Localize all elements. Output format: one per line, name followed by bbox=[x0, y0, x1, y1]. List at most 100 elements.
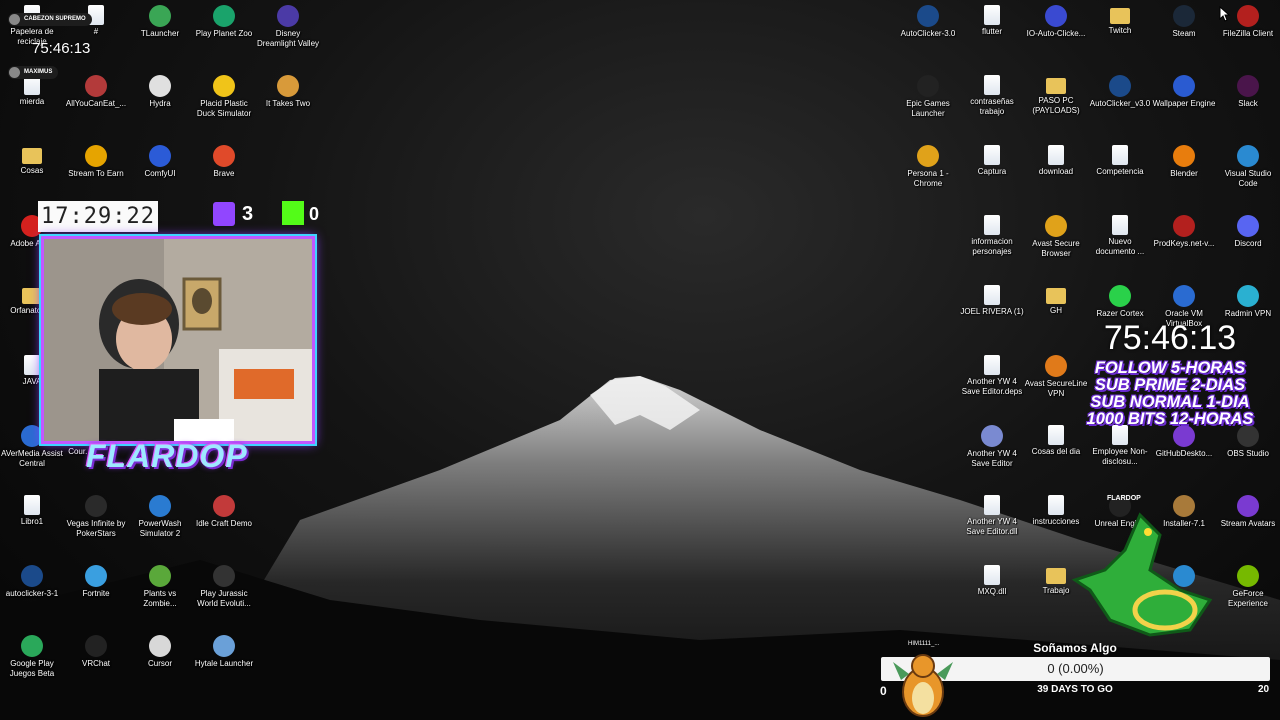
desktop-icon[interactable]: Cursor bbox=[128, 630, 192, 669]
desktop-icon[interactable]: Discord bbox=[1216, 210, 1280, 249]
desktop-icon-label: Brave bbox=[213, 169, 235, 178]
streamer-name: FLARDOP bbox=[86, 438, 248, 474]
desktop-icon[interactable]: ProdKeys.net-v... bbox=[1152, 210, 1216, 249]
desktop-icon[interactable]: Plants vs Zombie... bbox=[128, 560, 192, 609]
app-icon bbox=[149, 635, 171, 657]
desktop-icon-label: TLauncher bbox=[140, 29, 180, 38]
app-icon bbox=[984, 75, 1000, 95]
app-icon bbox=[1046, 78, 1066, 94]
desktop-icon[interactable]: Avast Secure Browser bbox=[1024, 210, 1088, 259]
app-icon bbox=[1237, 495, 1259, 517]
desktop-icon[interactable]: Cosas bbox=[0, 140, 64, 176]
desktop-icon[interactable]: PowerWash Simulator 2 bbox=[128, 490, 192, 539]
desktop-icon[interactable]: Stream To Earn bbox=[64, 140, 128, 179]
desktop-icon[interactable]: Nuevo documento ... bbox=[1088, 210, 1152, 257]
desktop-icon[interactable]: Epic Games Launcher bbox=[896, 70, 960, 119]
desktop-icon[interactable]: Another YW 4 Save Editor.deps bbox=[960, 350, 1024, 397]
desktop-icon[interactable]: Visual Studio Code bbox=[1216, 140, 1280, 189]
desktop-icon-label: Placid Plastic Duck Simulator bbox=[196, 99, 252, 118]
desktop-icon[interactable]: Blender bbox=[1152, 140, 1216, 179]
desktop-icon[interactable]: IO-Auto-Clicke... bbox=[1024, 0, 1088, 39]
desktop-icon-label: Disney Dreamlight Valley bbox=[256, 29, 320, 48]
desktop-icon[interactable]: Disney Dreamlight Valley bbox=[256, 0, 320, 49]
rule-line: 1000 BITS 12-HORAS bbox=[1086, 410, 1254, 428]
desktop-icon[interactable]: Idle Craft Demo bbox=[192, 490, 256, 529]
goal-max: 20 bbox=[1258, 684, 1270, 695]
desktop-icon[interactable]: VRChat bbox=[64, 630, 128, 669]
desktop-icon-label: Nuevo documento ... bbox=[1095, 237, 1145, 256]
desktop-icon[interactable]: Another YW 4 Save Editor bbox=[960, 420, 1024, 469]
desktop-icon[interactable]: MXQ.dll bbox=[960, 560, 1024, 597]
desktop-icon[interactable]: informacion personajes bbox=[960, 210, 1024, 257]
app-icon bbox=[213, 5, 235, 27]
app-icon bbox=[1173, 285, 1195, 307]
desktop-icon-label: Cursor bbox=[147, 659, 172, 668]
desktop-icon[interactable]: Another YW 4 Save Editor.dll bbox=[960, 490, 1024, 537]
desktop-icon-label: Captura bbox=[977, 167, 1007, 176]
desktop-icon[interactable]: Google Play Juegos Beta bbox=[0, 630, 64, 679]
app-icon bbox=[984, 495, 1000, 515]
app-icon bbox=[917, 5, 939, 27]
desktop-icon[interactable]: JOEL RIVERA (1) bbox=[960, 280, 1024, 317]
desktop-icon[interactable]: Placid Plastic Duck Simulator bbox=[192, 70, 256, 119]
desktop-icon-label: Wallpaper Engine bbox=[1152, 99, 1216, 108]
desktop-icon[interactable]: Competencia bbox=[1088, 140, 1152, 177]
desktop-icon-label: Epic Games Launcher bbox=[906, 99, 950, 118]
desktop-icon-label: informacion personajes bbox=[971, 237, 1013, 256]
app-icon bbox=[213, 565, 235, 587]
desktop-icon[interactable]: Wallpaper Engine bbox=[1152, 70, 1216, 109]
desktop-icon[interactable]: PASO PC (PAYLOADS) bbox=[1024, 70, 1088, 116]
app-icon bbox=[22, 288, 42, 304]
desktop-icon[interactable]: Play Jurassic World Evoluti... bbox=[192, 560, 256, 609]
desktop-icon[interactable]: download bbox=[1024, 140, 1088, 177]
desktop-icon[interactable]: Play Planet Zoo bbox=[192, 0, 256, 39]
desktop-icon[interactable]: AutoClicker_v3.0 bbox=[1088, 70, 1152, 109]
app-icon bbox=[149, 145, 171, 167]
desktop-icon[interactable]: Steam bbox=[1152, 0, 1216, 39]
desktop-icon[interactable]: Stream Avatars bbox=[1216, 490, 1280, 529]
dragonite-sprite bbox=[893, 654, 953, 717]
desktop-icon[interactable]: TLauncher bbox=[128, 0, 192, 39]
desktop-icon[interactable]: AllYouCanEat_... bbox=[64, 70, 128, 109]
desktop-icon[interactable]: autoclicker-3-1 bbox=[0, 560, 64, 599]
desktop-icon[interactable]: Fortnite bbox=[64, 560, 128, 599]
app-icon bbox=[1048, 495, 1064, 515]
app-icon bbox=[1237, 145, 1259, 167]
desktop-icon[interactable]: Twitch bbox=[1088, 0, 1152, 36]
app-icon bbox=[213, 635, 235, 657]
desktop-icon[interactable]: Slack bbox=[1216, 70, 1280, 109]
desktop-icon[interactable]: Captura bbox=[960, 140, 1024, 177]
desktop-icon[interactable]: Razer Cortex bbox=[1088, 280, 1152, 319]
desktop-icon[interactable]: Hytale Launcher bbox=[192, 630, 256, 669]
desktop-icon[interactable]: Vegas Infinite by PokerStars bbox=[64, 490, 128, 539]
desktop-icon[interactable]: flutter bbox=[960, 0, 1024, 37]
app-icon bbox=[1109, 285, 1131, 307]
desktop-icon[interactable]: Persona 1 - Chrome bbox=[896, 140, 960, 189]
desktop-icon[interactable]: GeForce Experience bbox=[1216, 560, 1280, 609]
desktop-icon[interactable]: GH bbox=[1024, 280, 1088, 316]
app-icon bbox=[1045, 5, 1067, 27]
desktop-icon[interactable]: It Takes Two bbox=[256, 70, 320, 109]
desktop-icon-label: Libro1 bbox=[20, 517, 44, 526]
app-icon bbox=[149, 5, 171, 27]
desktop-icon-label: Idle Craft Demo bbox=[195, 519, 253, 528]
viewer-pill-1-label: CABEZON SUPREMO bbox=[24, 16, 86, 22]
app-icon bbox=[24, 355, 40, 375]
desktop-icon[interactable]: ComfyUI bbox=[128, 140, 192, 179]
desktop-icon-label: Twitch bbox=[1108, 26, 1132, 35]
desktop-icon[interactable]: Hydra bbox=[128, 70, 192, 109]
desktop-icon-label: Hytale Launcher bbox=[194, 659, 254, 668]
desktop-icon[interactable]: AutoClicker-3.0 bbox=[896, 0, 960, 39]
app-icon bbox=[21, 565, 43, 587]
desktop-icon[interactable]: Radmin VPN bbox=[1216, 280, 1280, 319]
app-icon bbox=[984, 565, 1000, 585]
app-icon bbox=[984, 285, 1000, 305]
desktop-icon-label: GH bbox=[1050, 306, 1062, 315]
app-icon bbox=[85, 75, 107, 97]
app-icon bbox=[917, 145, 939, 167]
desktop-icon-label: AllYouCanEat_... bbox=[65, 99, 127, 108]
desktop-icon[interactable]: contraseñas trabajo bbox=[960, 70, 1024, 117]
desktop-icon[interactable]: Libro1 bbox=[0, 490, 64, 527]
twitch-icon bbox=[213, 202, 235, 226]
desktop-icon[interactable]: Brave bbox=[192, 140, 256, 179]
